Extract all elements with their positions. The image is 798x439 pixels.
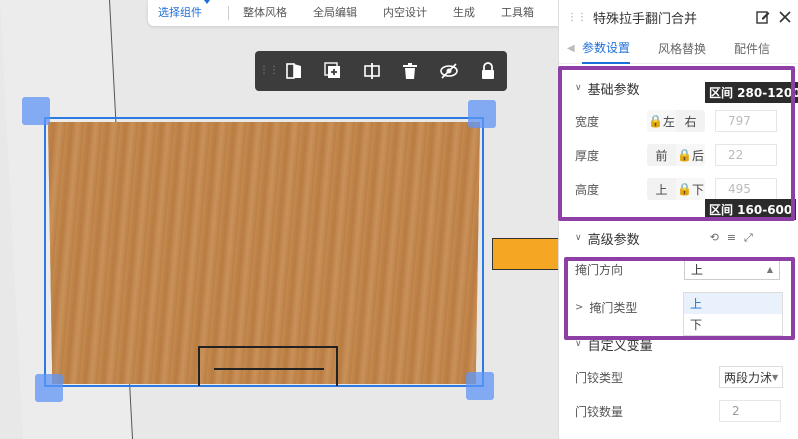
toolbar-overall-style[interactable]: 整体风格 bbox=[243, 4, 287, 20]
width-label: 宽度 bbox=[575, 114, 600, 129]
panel-tabs: ◀ 参数设置 风格替换 配件信 bbox=[559, 34, 798, 64]
lock-icon[interactable] bbox=[468, 51, 507, 91]
chevron-down-icon: ∨ bbox=[575, 83, 582, 93]
hinge-count-row: 门铰数量 2 bbox=[559, 394, 798, 428]
panel-header: ⋮⋮ 特殊拉手翻门合并 bbox=[559, 0, 798, 34]
tab-style-replace[interactable]: 风格替换 bbox=[658, 34, 706, 63]
thickness-label: 厚度 bbox=[575, 148, 600, 163]
drag-handle-icon[interactable]: ⋮⋮ bbox=[259, 66, 279, 76]
thickness-anchor-back-label: 后 bbox=[691, 148, 704, 163]
toolbar-select-component[interactable]: 选择组件 bbox=[158, 0, 210, 20]
height-label: 高度 bbox=[575, 182, 600, 197]
panel-drag-icon[interactable]: ⋮⋮ bbox=[567, 12, 587, 23]
thickness-anchor-back[interactable]: 🔒 后 bbox=[676, 144, 705, 166]
floating-toolbar: ⋮⋮ bbox=[255, 51, 507, 91]
width-anchor-right[interactable]: 右 bbox=[676, 110, 705, 132]
resize-handle-top-right[interactable] bbox=[468, 100, 496, 128]
thickness-input[interactable]: 22 bbox=[715, 144, 777, 166]
direction-label: 掩门方向 bbox=[575, 262, 624, 277]
custom-vars-title: 自定义变量 bbox=[587, 338, 653, 354]
thickness-row: 厚度 前 🔒 后 22 bbox=[559, 138, 798, 172]
hinge-type-select[interactable]: 两段力沭 ▼ bbox=[719, 366, 783, 388]
width-anchor-left-label: 左 bbox=[662, 114, 675, 129]
hinge-count-label: 门铰数量 bbox=[575, 404, 624, 419]
hide-icon[interactable] bbox=[430, 51, 469, 91]
design-canvas[interactable]: 选择组件 整体风格 全局编辑 内空设计 生成 工具箱 ⋮⋮ bbox=[0, 0, 560, 439]
thickness-anchor-front[interactable]: 前 bbox=[647, 144, 676, 166]
hinge-type-row: 门铰类型 两段力沭 ▼ bbox=[559, 360, 798, 394]
advanced-params-header[interactable]: ∨ 高级参数 ⟲ ≡ ⤢ bbox=[559, 222, 798, 254]
height-anchor-bottom-label: 下 bbox=[691, 182, 704, 197]
door-handle-inner bbox=[214, 368, 324, 388]
width-anchor-toggle: 🔒 左 右 bbox=[647, 110, 705, 132]
hinge-count-input[interactable]: 2 bbox=[719, 400, 781, 422]
height-anchor-toggle: 上 🔒 下 bbox=[647, 178, 705, 200]
advanced-params-title: 高级参数 bbox=[587, 232, 640, 248]
toolbar-generate[interactable]: 生成 bbox=[453, 4, 475, 20]
thickness-anchor-toggle: 前 🔒 后 bbox=[647, 144, 705, 166]
chevron-down-icon: ▼ bbox=[772, 372, 779, 382]
adjacent-component[interactable] bbox=[492, 238, 560, 270]
direction-option-down[interactable]: 下 bbox=[684, 314, 782, 335]
direction-row: 掩门方向 上 ▲ bbox=[559, 254, 798, 284]
hinge-type-label: 门铰类型 bbox=[575, 370, 624, 385]
height-anchor-bottom[interactable]: 🔒 下 bbox=[676, 178, 705, 200]
panel-title: 特殊拉手翻门合并 bbox=[593, 11, 698, 27]
delete-icon[interactable] bbox=[391, 51, 430, 91]
door-type-label: 掩门类型 bbox=[589, 300, 638, 315]
resize-handle-bottom-left[interactable] bbox=[35, 374, 63, 402]
basic-params-title: 基础参数 bbox=[587, 82, 640, 98]
chevron-right-icon: > bbox=[575, 301, 584, 313]
height-anchor-top[interactable]: 上 bbox=[647, 178, 676, 200]
direction-dropdown: 上 下 bbox=[683, 292, 783, 336]
toolbar-toolbox[interactable]: 工具箱 bbox=[501, 4, 534, 20]
tabs-scroll-left-icon[interactable]: ◀ bbox=[567, 43, 582, 54]
add-component-icon[interactable] bbox=[314, 51, 353, 91]
resize-handle-bottom-right[interactable] bbox=[466, 372, 494, 400]
expand-icon[interactable]: ⤢ bbox=[744, 231, 753, 245]
resize-handle-top-left[interactable] bbox=[22, 97, 50, 125]
chevron-down-icon: ∨ bbox=[575, 339, 582, 349]
edit-icon[interactable] bbox=[754, 10, 772, 24]
door-icon[interactable] bbox=[275, 51, 314, 91]
width-anchor-left[interactable]: 🔒 左 bbox=[647, 110, 676, 132]
toolbar-global-edit[interactable]: 全局编辑 bbox=[313, 4, 357, 20]
width-row: 宽度 🔒 左 右 797 bbox=[559, 104, 798, 138]
tab-parameters[interactable]: 参数设置 bbox=[581, 33, 630, 64]
direction-value: 上 bbox=[691, 262, 704, 277]
close-icon[interactable] bbox=[776, 11, 794, 23]
top-toolbar: 选择组件 整体风格 全局编辑 内空设计 生成 工具箱 bbox=[148, 0, 560, 26]
direction-option-up[interactable]: 上 bbox=[684, 293, 782, 314]
reset-icon[interactable]: ⟲ bbox=[710, 231, 719, 245]
chevron-down-icon: ∨ bbox=[575, 233, 582, 243]
split-icon[interactable] bbox=[352, 51, 391, 91]
chevron-up-icon: ▲ bbox=[766, 264, 773, 274]
height-input[interactable]: 495 bbox=[715, 178, 777, 200]
toolbar-interior-design[interactable]: 内空设计 bbox=[383, 4, 427, 20]
toolbar-divider bbox=[228, 6, 229, 20]
width-input[interactable]: 797 bbox=[715, 110, 777, 132]
height-range-tooltip: 区间 160-600 bbox=[705, 199, 797, 220]
sort-icon[interactable]: ≡ bbox=[727, 231, 736, 245]
direction-select[interactable]: 上 ▲ bbox=[684, 258, 780, 280]
advanced-tools: ⟲ ≡ ⤢ bbox=[710, 231, 753, 245]
width-range-tooltip: 区间 280-1200 bbox=[705, 82, 798, 103]
tab-accessories[interactable]: 配件信 bbox=[734, 34, 770, 63]
hinge-type-value: 两段力沭 bbox=[724, 370, 773, 385]
